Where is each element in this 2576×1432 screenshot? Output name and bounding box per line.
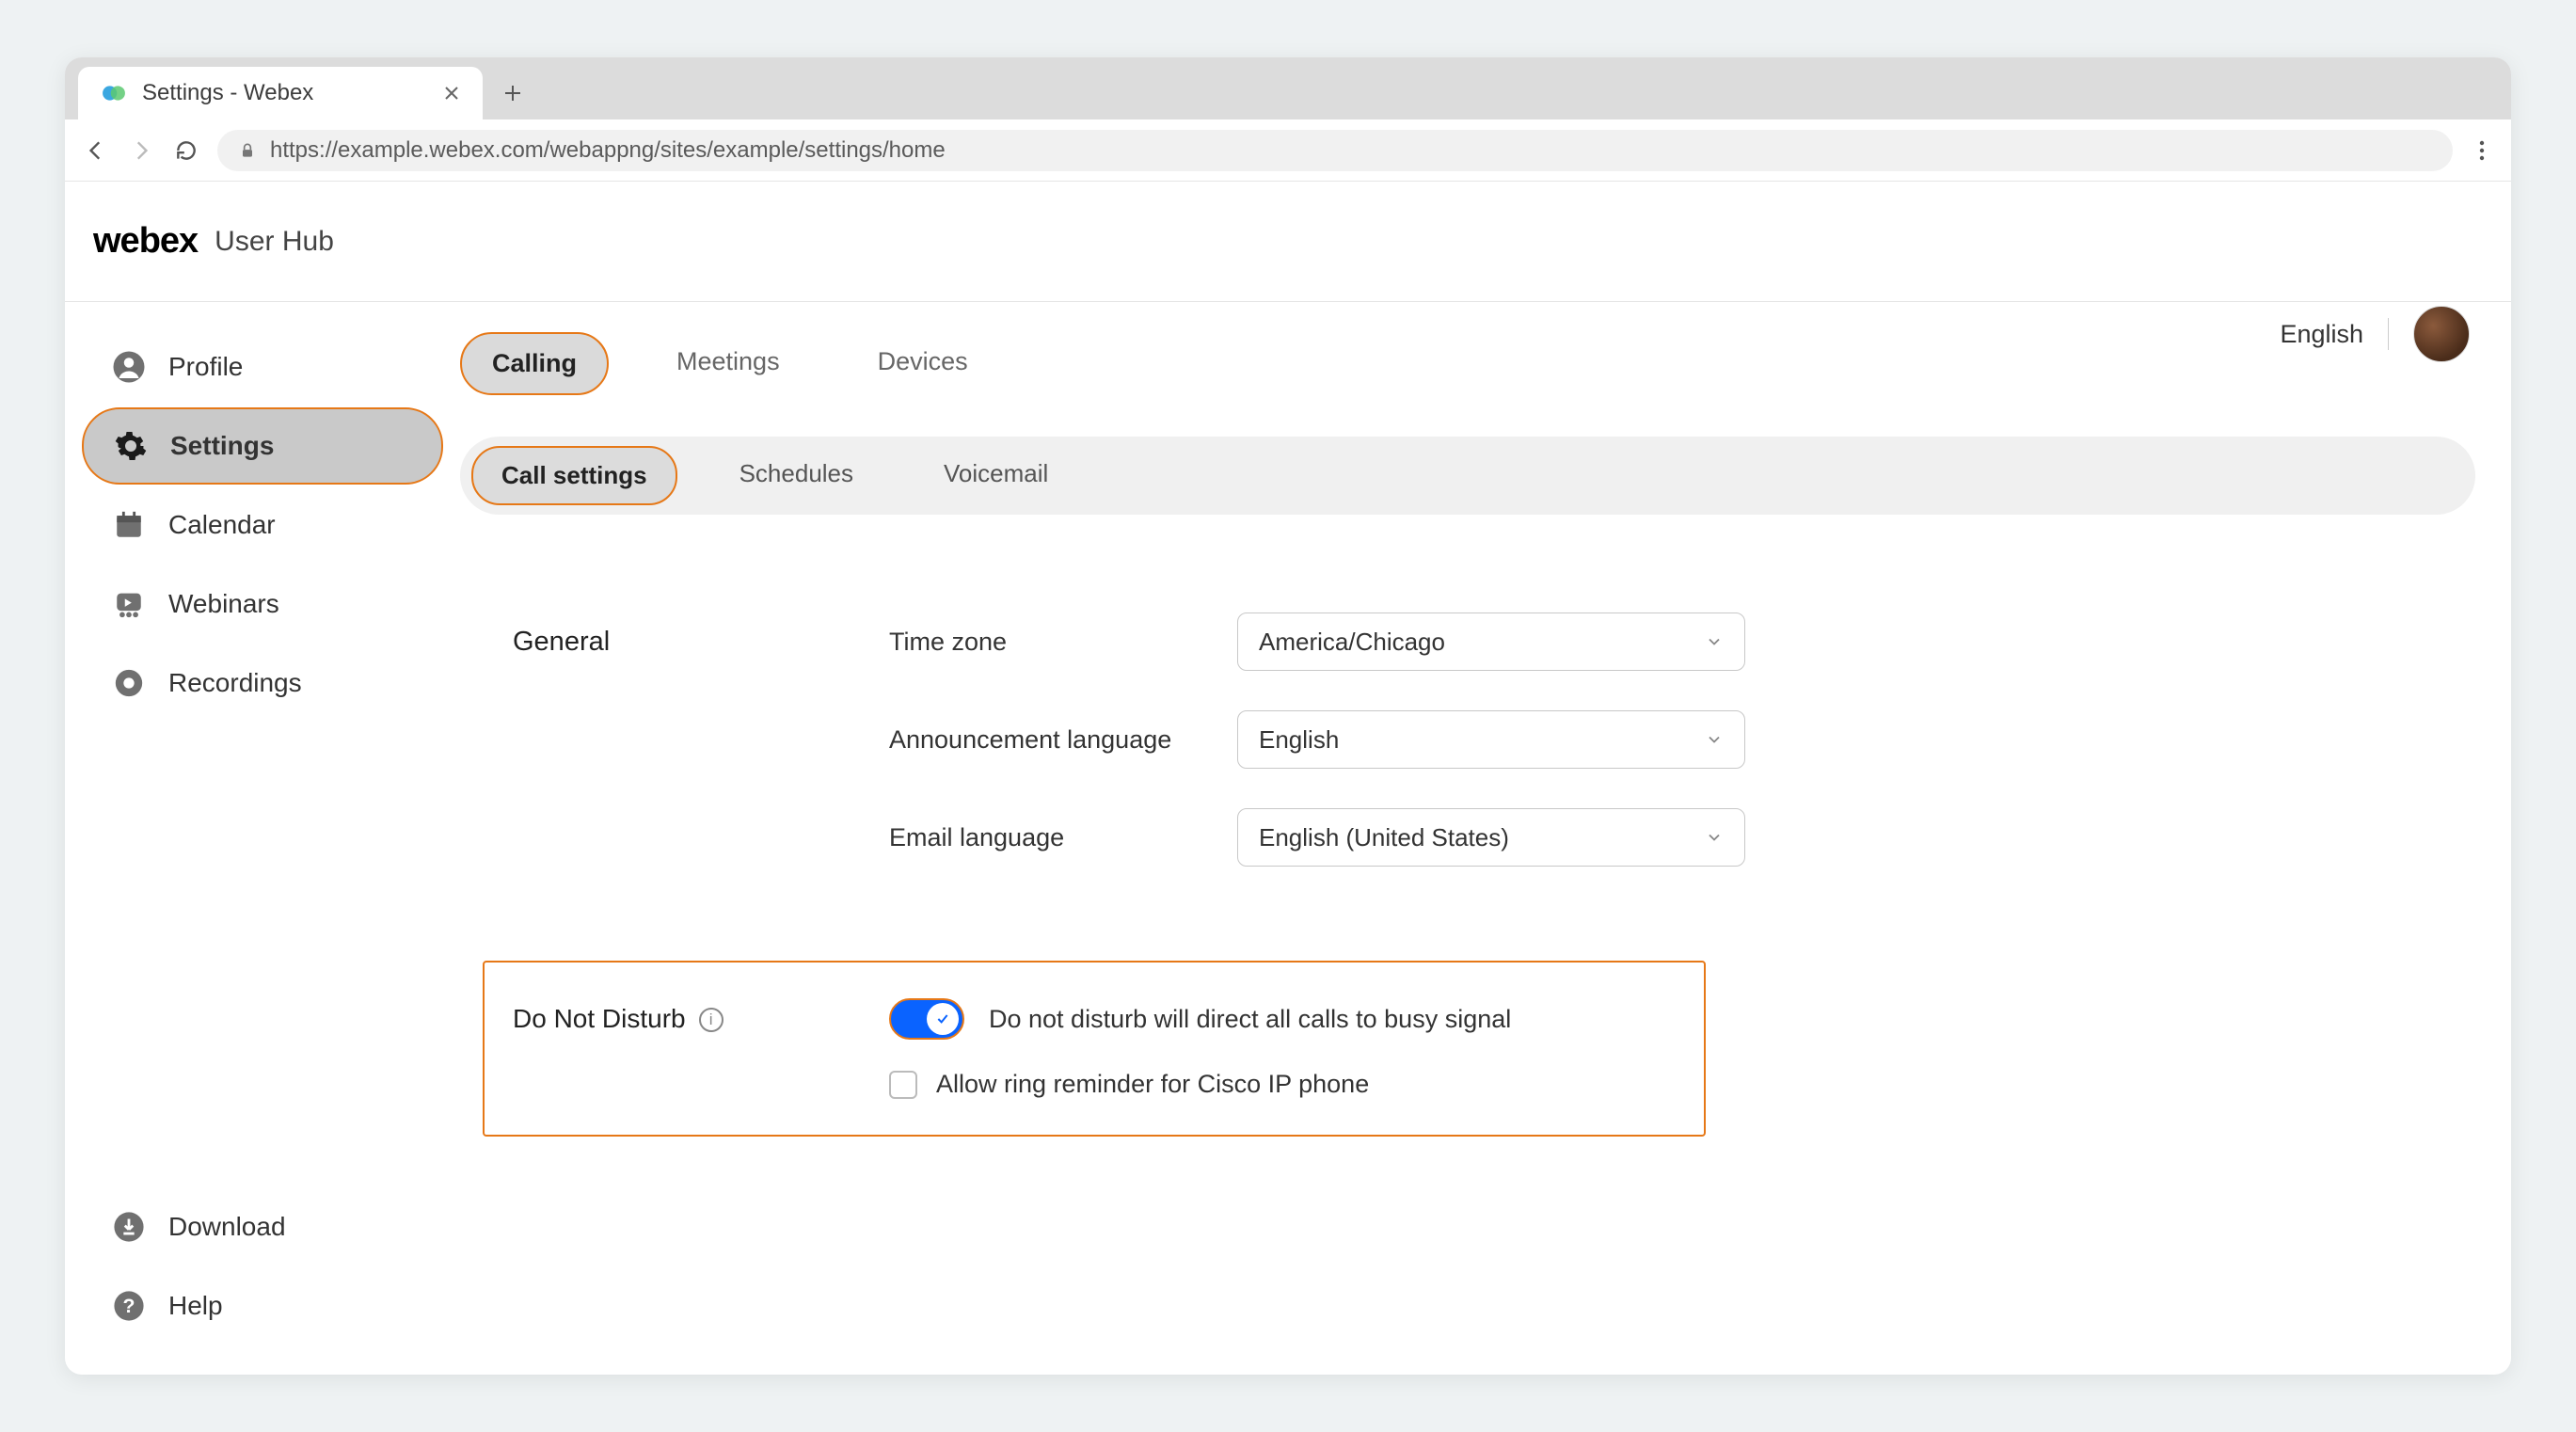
forward-button[interactable] xyxy=(127,136,155,165)
sidebar-item-help[interactable]: ? Help xyxy=(82,1267,443,1344)
sub-tabs: Call settings Schedules Voicemail xyxy=(460,437,2475,515)
main-content: English Calling Meetings Devices Call se… xyxy=(460,302,2511,1375)
dnd-toggle[interactable] xyxy=(889,998,964,1040)
url-text: https://example.webex.com/webappng/sites… xyxy=(270,137,946,164)
sidebar-item-calendar[interactable]: Calendar xyxy=(82,486,443,564)
timezone-value: America/Chicago xyxy=(1259,628,1445,657)
email-language-value: English (United States) xyxy=(1259,823,1509,852)
announcement-language-value: English xyxy=(1259,725,1339,755)
browser-menu-button[interactable] xyxy=(2470,139,2494,162)
ring-reminder-label: Allow ring reminder for Cisco IP phone xyxy=(936,1070,1369,1099)
sidebar-item-profile[interactable]: Profile xyxy=(82,328,443,406)
avatar[interactable] xyxy=(2413,306,2470,362)
primary-tabs: Calling Meetings Devices xyxy=(460,332,2475,395)
browser-tab-title: Settings - Webex xyxy=(142,80,313,106)
record-icon xyxy=(110,664,148,702)
browser-tab[interactable]: Settings - Webex xyxy=(78,67,483,119)
sidebar-item-label: Recordings xyxy=(168,668,302,698)
new-tab-button[interactable] xyxy=(496,76,530,110)
announcement-language-select[interactable]: English xyxy=(1237,710,1745,769)
ring-reminder-checkbox[interactable] xyxy=(889,1071,917,1099)
close-icon[interactable] xyxy=(443,85,460,102)
sidebar-item-label: Webinars xyxy=(168,589,279,619)
announcement-language-label: Announcement language xyxy=(889,725,1237,755)
tab-calling[interactable]: Calling xyxy=(460,332,609,395)
sidebar-item-settings[interactable]: Settings xyxy=(82,407,443,485)
tab-meetings[interactable]: Meetings xyxy=(646,332,810,395)
subtab-voicemail[interactable]: Voicemail xyxy=(915,446,1076,505)
do-not-disturb-section: Do Not Disturb i Do not disturb will dir… xyxy=(483,961,1706,1137)
sidebar-item-recordings[interactable]: Recordings xyxy=(82,644,443,722)
browser-address-bar: https://example.webex.com/webappng/sites… xyxy=(65,119,2511,182)
language-selector[interactable]: English xyxy=(2280,320,2363,349)
webinar-icon xyxy=(110,585,148,623)
url-input[interactable]: https://example.webex.com/webappng/sites… xyxy=(217,130,2453,171)
subtab-schedules[interactable]: Schedules xyxy=(711,446,882,505)
sidebar-item-label: Profile xyxy=(168,352,243,382)
sidebar-item-label: Settings xyxy=(170,431,274,461)
toggle-knob xyxy=(927,1003,959,1035)
timezone-label: Time zone xyxy=(889,628,1237,657)
sidebar-item-download[interactable]: Download xyxy=(82,1188,443,1265)
calendar-icon xyxy=(110,506,148,544)
section-general-label: General xyxy=(513,627,889,658)
chevron-down-icon xyxy=(1705,632,1724,651)
divider xyxy=(2388,318,2389,350)
sidebar-item-label: Download xyxy=(168,1212,286,1242)
email-language-select[interactable]: English (United States) xyxy=(1237,808,1745,867)
back-button[interactable] xyxy=(82,136,110,165)
webex-logo: webex xyxy=(93,221,198,262)
timezone-select[interactable]: America/Chicago xyxy=(1237,613,1745,671)
general-settings-card: General Time zone America/Chicago Announ… xyxy=(460,564,2475,923)
lock-icon xyxy=(238,141,257,160)
chevron-down-icon xyxy=(1705,828,1724,847)
sidebar-item-label: Help xyxy=(168,1291,223,1321)
webex-favicon-icon xyxy=(101,80,127,106)
tab-devices[interactable]: Devices xyxy=(848,332,998,395)
hub-title: User Hub xyxy=(215,226,334,258)
svg-text:?: ? xyxy=(123,1295,135,1317)
help-icon: ? xyxy=(110,1287,148,1325)
sidebar-item-label: Calendar xyxy=(168,510,276,540)
subtab-call-settings[interactable]: Call settings xyxy=(471,446,677,505)
dnd-title: Do Not Disturb xyxy=(513,1004,686,1034)
app-header: webex User Hub xyxy=(65,182,2511,302)
chevron-down-icon xyxy=(1705,730,1724,749)
sidebar: Profile Settings Calendar xyxy=(65,302,460,1375)
reload-button[interactable] xyxy=(172,136,200,165)
sidebar-item-webinars[interactable]: Webinars xyxy=(82,565,443,643)
dnd-description: Do not disturb will direct all calls to … xyxy=(989,1005,1511,1034)
download-icon xyxy=(110,1208,148,1246)
info-icon[interactable]: i xyxy=(699,1008,724,1032)
email-language-label: Email language xyxy=(889,823,1237,852)
gear-icon xyxy=(112,427,150,465)
person-icon xyxy=(110,348,148,386)
browser-tab-strip: Settings - Webex xyxy=(65,57,2511,119)
